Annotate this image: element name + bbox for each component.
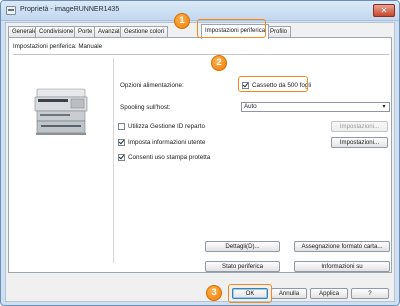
details-button[interactable]: Dettagli(D)...	[205, 241, 280, 252]
spooling-label: Spooling sull'host:	[120, 104, 171, 111]
printer-image	[34, 88, 88, 135]
secure-print-option[interactable]: Consenti uso stampa protetta	[118, 152, 210, 162]
dept-id-label: Utilizza Gestione ID reparto	[128, 122, 205, 130]
panel-title: Impostazioni periferica: Manuale	[13, 43, 103, 50]
dept-settings-button[interactable]: Impostazioni...	[331, 121, 388, 132]
dept-id-checkbox[interactable]	[118, 122, 125, 130]
window-title: Proprietà - imageRUNNER1435	[20, 6, 120, 13]
spooling-select[interactable]: Auto ▾	[241, 102, 390, 112]
printer-app-icon	[6, 6, 16, 15]
cancel-button[interactable]: Annulla	[271, 288, 307, 299]
properties-window: Proprietà - imageRUNNER1435 ✕ Generale C…	[0, 0, 400, 306]
tab-highlight	[197, 19, 266, 38]
secure-print-checkbox[interactable]	[118, 153, 125, 161]
dept-id-option[interactable]: Utilizza Gestione ID reparto	[118, 121, 205, 131]
paper-format-button[interactable]: Assegnazione formato carta...	[294, 241, 390, 252]
user-info-checkbox[interactable]	[118, 138, 125, 146]
dialog-body: Generale Condivisione Porte Avanzate Ges…	[5, 19, 395, 303]
user-settings-button[interactable]: Impostazioni...	[331, 137, 388, 148]
device-settings-panel: Impostazioni periferica: Manuale Opzioni…	[8, 37, 392, 273]
user-info-option[interactable]: Imposta informazioni utente	[118, 137, 205, 147]
panel-divider	[113, 58, 114, 263]
close-button[interactable]: ✕	[373, 4, 395, 17]
paper-option-highlight	[238, 76, 308, 92]
chevron-down-icon: ▾	[382, 104, 386, 110]
about-button[interactable]: Informazioni su	[294, 261, 390, 272]
step-3-badge: 3	[206, 285, 222, 301]
ok-highlight	[228, 284, 272, 303]
apply-button[interactable]: Applica	[310, 288, 348, 299]
paper-options-label: Opzioni alimentazione:	[120, 82, 184, 89]
user-info-label: Imposta informazioni utente	[128, 138, 206, 146]
device-status-button[interactable]: Stato periferica	[205, 261, 280, 272]
secure-print-label: Consenti uso stampa protetta	[128, 153, 211, 161]
spooling-value: Auto	[244, 103, 257, 110]
step-2-badge: 2	[211, 55, 227, 71]
spooling-label-text: Spooling sull'host:	[120, 104, 171, 111]
title-divider	[13, 54, 389, 55]
step-1-badge: 1	[174, 13, 190, 29]
help-button[interactable]: ?	[351, 288, 389, 299]
title-bar[interactable]: Proprietà - imageRUNNER1435 ✕	[1, 1, 399, 21]
